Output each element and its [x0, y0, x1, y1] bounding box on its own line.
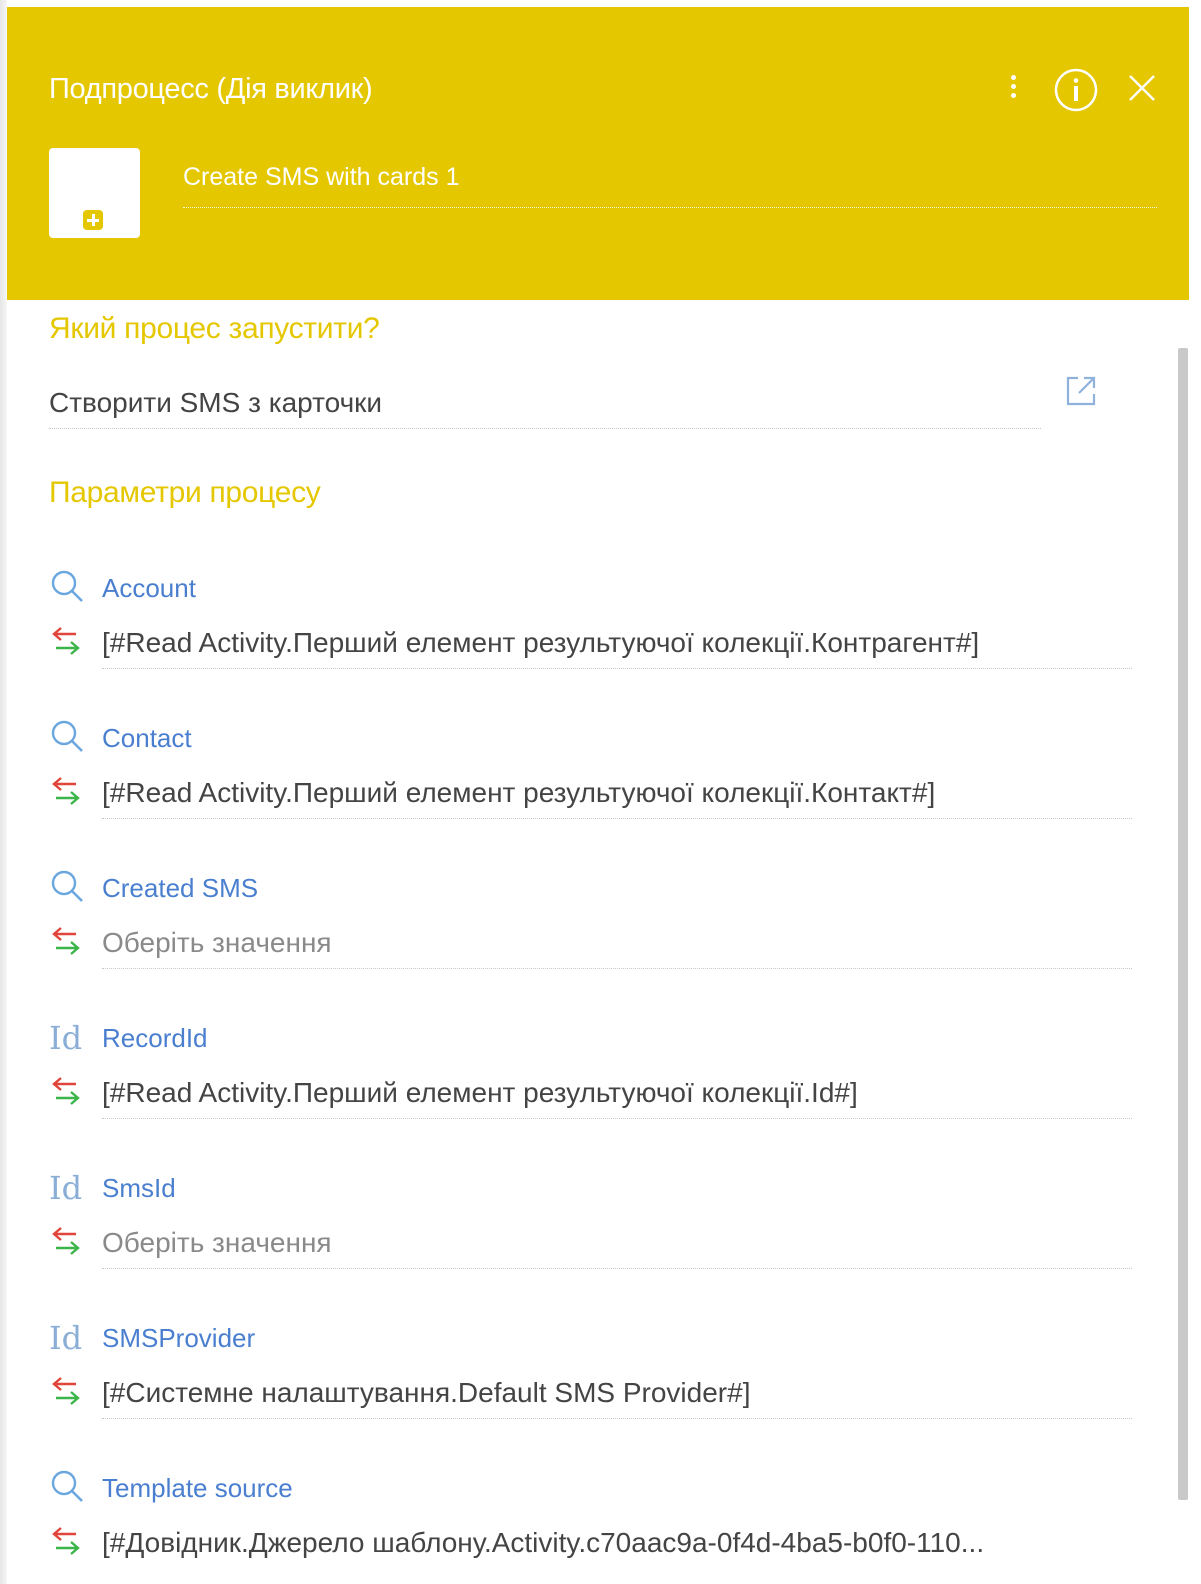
parameter-row: Account [#Read Activity.Перший елемент р…	[0, 568, 1201, 718]
mapping-arrows-icon[interactable]	[49, 1074, 83, 1108]
parameter-row: Id SMSProvider [#Системне налаштування.D…	[0, 1318, 1201, 1468]
vertical-scrollbar[interactable]	[1178, 348, 1188, 1500]
parameter-name[interactable]: Created SMS	[102, 870, 258, 906]
parameter-row: Created SMS Оберіть значення	[0, 868, 1201, 1018]
process-parameters-title: Параметри процесу	[49, 476, 321, 509]
info-icon[interactable]	[1053, 67, 1099, 113]
open-external-icon[interactable]	[1064, 374, 1098, 408]
add-element-icon[interactable]	[83, 210, 103, 230]
search-icon	[51, 1470, 83, 1502]
menu-dots-icon[interactable]	[1003, 71, 1023, 111]
parameter-name[interactable]: Contact	[102, 720, 192, 756]
parameter-value-field[interactable]: [#Read Activity.Перший елемент результую…	[102, 768, 1132, 819]
mapping-arrows-icon[interactable]	[49, 924, 83, 958]
mapping-arrows-icon[interactable]	[49, 1524, 83, 1558]
id-icon: Id	[49, 1169, 83, 1207]
parameter-value-field[interactable]: [#Read Activity.Перший елемент результую…	[102, 618, 1132, 669]
parameter-value-field[interactable]: Оберіть значення	[102, 918, 1132, 969]
parameter-name[interactable]: Template source	[102, 1470, 293, 1506]
parameter-name[interactable]: Account	[102, 570, 196, 606]
element-type-title: Подпроцесс (Дія виклик)	[49, 73, 373, 105]
parameter-value-field[interactable]: [#Довідник.Джерело шаблону.Activity.c70a…	[102, 1518, 1132, 1568]
parameter-row: Contact [#Read Activity.Перший елемент р…	[0, 718, 1201, 868]
element-icon-box[interactable]	[49, 148, 140, 238]
parameter-value-field[interactable]: [#Системне налаштування.Default SMS Prov…	[102, 1368, 1132, 1419]
process-question-title: Який процес запустити?	[49, 312, 380, 345]
element-name-field[interactable]: Create SMS with cards 1	[183, 159, 1157, 208]
id-icon: Id	[49, 1319, 83, 1357]
mapping-arrows-icon[interactable]	[49, 774, 83, 808]
parameter-row: Id SmsId Оберіть значення	[0, 1168, 1201, 1318]
close-icon[interactable]	[1127, 73, 1157, 103]
search-icon	[51, 570, 83, 602]
parameter-name[interactable]: SmsId	[102, 1170, 176, 1206]
parameter-name[interactable]: SMSProvider	[102, 1320, 255, 1356]
mapping-arrows-icon[interactable]	[49, 1224, 83, 1258]
parameter-value-field[interactable]: [#Read Activity.Перший елемент результую…	[102, 1068, 1132, 1119]
mapping-arrows-icon[interactable]	[49, 624, 83, 658]
parameter-value-field[interactable]: Оберіть значення	[102, 1218, 1132, 1269]
search-icon	[51, 720, 83, 752]
element-header: Подпроцесс (Дія виклик) Create SMS with …	[7, 7, 1189, 300]
parameter-row: Template source [#Довідник.Джерело шабло…	[0, 1468, 1201, 1584]
parameter-name[interactable]: RecordId	[102, 1020, 208, 1056]
process-lookup-field[interactable]: Створити SMS з карточки	[49, 378, 1041, 429]
parameter-row: Id RecordId [#Read Activity.Перший елеме…	[0, 1018, 1201, 1168]
mapping-arrows-icon[interactable]	[49, 1374, 83, 1408]
id-icon: Id	[49, 1019, 83, 1057]
element-settings: Який процес запустити? Створити SMS з ка…	[0, 300, 1201, 1584]
search-icon	[51, 870, 83, 902]
